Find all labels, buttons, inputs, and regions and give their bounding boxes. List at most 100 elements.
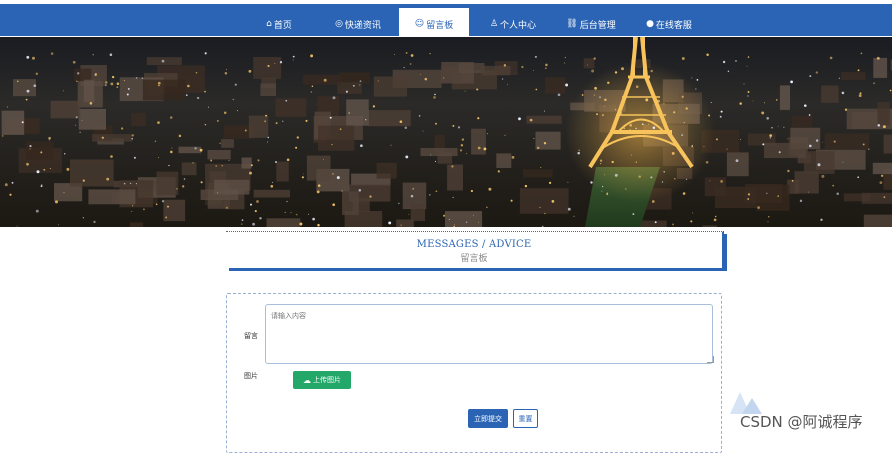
city-light	[809, 145, 812, 148]
city-light	[471, 190, 473, 192]
city-light	[208, 107, 209, 108]
city-light	[83, 217, 84, 218]
city-light	[776, 99, 778, 101]
city-light	[337, 176, 340, 179]
nav-item-admin[interactable]: ⛓ 后台管理	[556, 8, 626, 40]
city-block	[374, 77, 407, 97]
city-light	[435, 161, 436, 162]
city-light	[430, 53, 431, 54]
city-light	[132, 205, 133, 206]
nav-item-news[interactable]: ◎ 快递资讯	[323, 8, 393, 40]
city-block	[254, 190, 290, 198]
nav-item-user-center[interactable]: ♙ 个人中心	[478, 8, 548, 40]
city-light	[577, 152, 580, 155]
city-light	[625, 188, 626, 189]
city-light	[721, 111, 723, 113]
city-light	[674, 178, 676, 180]
city-light	[276, 122, 278, 124]
city-light	[302, 176, 304, 178]
city-light	[843, 162, 844, 163]
city-light	[270, 185, 273, 188]
city-block	[841, 72, 865, 80]
nav-item-online-service[interactable]: ● 在线客服	[634, 8, 704, 40]
city-light	[568, 208, 571, 211]
city-light	[533, 70, 534, 71]
city-light	[401, 225, 402, 226]
city-block	[2, 111, 25, 135]
city-block	[208, 150, 231, 159]
city-light	[317, 224, 320, 227]
city-light	[535, 56, 537, 58]
resize-grip-icon[interactable]	[707, 356, 714, 363]
city-light	[7, 106, 8, 107]
city-light	[41, 184, 42, 185]
banner-image	[0, 37, 892, 227]
upload-image-button[interactable]: ☁ 上传图片	[293, 371, 351, 389]
city-light	[194, 147, 196, 149]
city-light	[55, 200, 58, 203]
city-light	[768, 216, 769, 217]
city-light	[130, 183, 131, 184]
city-light	[663, 103, 665, 105]
city-light	[282, 121, 283, 122]
nav-item-message-board[interactable]: ☺ 留言板	[399, 8, 469, 40]
city-light	[818, 163, 821, 166]
city-light	[433, 96, 436, 99]
city-light	[594, 57, 596, 59]
city-light	[143, 208, 145, 210]
top-navigation-bar: ⌂ 首页 ◎ 快递资讯 ☺ 留言板 ♙ 个人中心 ⛓ 后台管理 ● 在线客服	[0, 0, 892, 36]
city-light	[615, 109, 617, 111]
city-block	[92, 134, 132, 142]
city-light	[235, 84, 237, 86]
city-block	[253, 57, 281, 79]
city-light	[779, 151, 781, 153]
city-light	[156, 203, 158, 205]
city-block	[877, 102, 889, 125]
nav-item-home[interactable]: ⌂ 首页	[255, 8, 303, 40]
city-light	[695, 89, 696, 90]
city-light	[346, 91, 348, 93]
city-light	[615, 174, 618, 177]
reset-button[interactable]: 重置	[513, 409, 538, 428]
city-light	[836, 193, 839, 196]
city-light	[93, 54, 94, 55]
city-light	[460, 149, 462, 151]
city-light	[251, 164, 253, 166]
city-light	[310, 54, 313, 57]
city-light	[697, 79, 699, 81]
city-light	[672, 152, 675, 155]
home-icon: ⌂	[266, 19, 272, 29]
submit-button[interactable]: 立即提交	[468, 409, 508, 428]
city-light	[233, 99, 234, 100]
city-light	[590, 181, 592, 183]
city-light	[673, 111, 675, 113]
city-light	[574, 216, 575, 217]
city-light	[604, 174, 605, 175]
city-light	[50, 168, 51, 169]
city-light	[287, 158, 290, 161]
city-light	[792, 180, 794, 182]
city-block	[214, 180, 249, 195]
city-light	[728, 71, 729, 72]
city-light	[545, 67, 547, 69]
city-light	[290, 212, 291, 213]
submit-button-label: 立即提交	[474, 414, 502, 424]
city-light	[318, 184, 321, 187]
city-block	[780, 85, 790, 110]
city-block	[715, 187, 757, 208]
city-light	[158, 157, 159, 158]
city-light	[285, 100, 287, 102]
city-light	[657, 100, 660, 103]
city-light	[58, 224, 59, 225]
city-block	[74, 69, 92, 82]
city-light	[533, 138, 534, 139]
city-light	[312, 86, 314, 88]
city-light	[735, 60, 736, 61]
city-light	[43, 169, 45, 171]
city-light	[170, 116, 172, 118]
city-light	[241, 224, 242, 225]
city-light	[778, 126, 779, 127]
city-light	[259, 217, 261, 219]
city-light	[51, 52, 54, 55]
message-textarea[interactable]	[265, 304, 713, 364]
